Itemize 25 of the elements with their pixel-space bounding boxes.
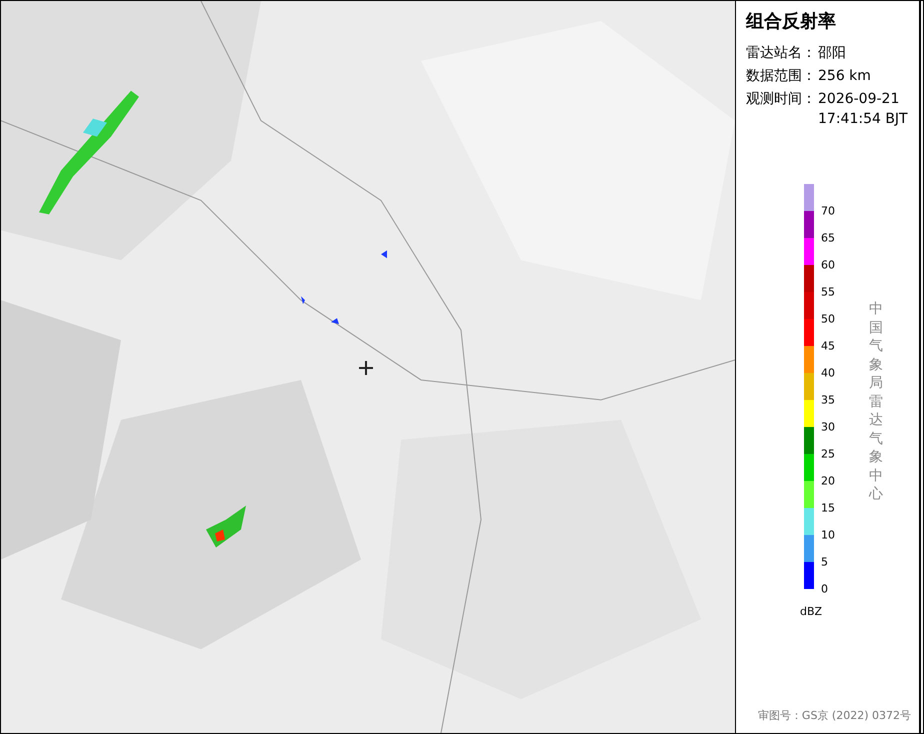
- unit-label: dBZ: [800, 605, 824, 618]
- scale-label: 55: [821, 286, 836, 298]
- scale-label: 25: [821, 448, 836, 460]
- info-value: 邵阳: [818, 44, 846, 63]
- scale-label: 45: [821, 340, 836, 352]
- info-label: 观测时间：: [746, 90, 816, 109]
- info-value: 256 km: [818, 67, 871, 86]
- scale-label: 50: [821, 312, 836, 326]
- scale-label: 70: [821, 204, 836, 218]
- scale-label: 10: [821, 528, 836, 542]
- source-text: 中国气象局雷达气象中心: [869, 300, 883, 504]
- info-label: 数据范围：: [746, 67, 816, 86]
- scale-label: 0: [821, 582, 829, 596]
- scale-label: 60: [821, 258, 836, 272]
- info-label: 雷达站名：: [746, 44, 816, 63]
- scale-label: 65: [821, 232, 836, 244]
- scale-label: 35: [821, 394, 836, 406]
- info-value: 2026-09-21 17:41:54 BJT: [818, 90, 908, 129]
- scale-label: 15: [821, 502, 836, 514]
- scale-label: 20: [821, 474, 836, 488]
- approval-number: 审图号：GS京 (2022) 0372号: [756, 708, 912, 723]
- scale-label: 30: [821, 420, 836, 434]
- panel-title: 组合反射率: [746, 10, 837, 33]
- scale-label: 40: [821, 366, 836, 380]
- scale-label: 5: [821, 556, 829, 568]
